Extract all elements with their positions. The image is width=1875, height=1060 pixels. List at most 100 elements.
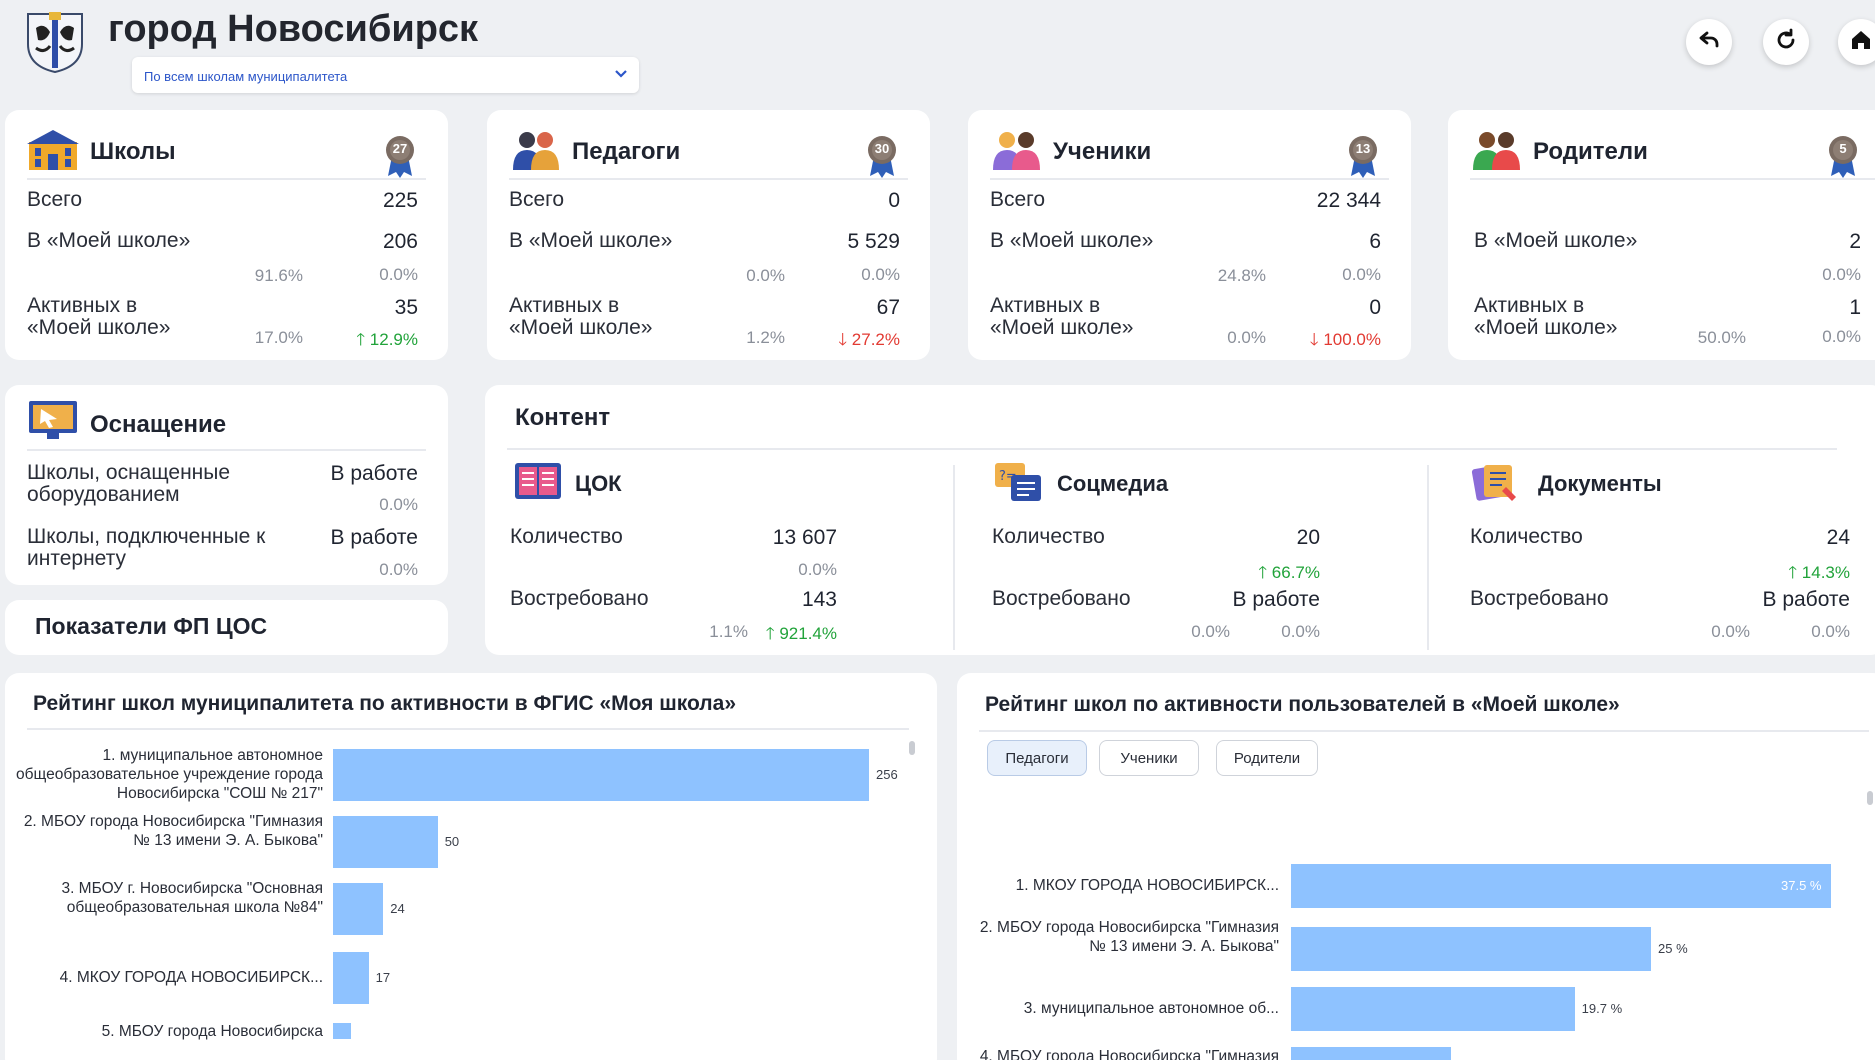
parents-card: Родители 5 В «Моей школе» 2 0.0% Активны… xyxy=(1448,110,1875,360)
bar[interactable] xyxy=(333,883,384,935)
bar-label: 2. МБОУ города Новосибирска "Гимназия № … xyxy=(979,919,1279,955)
arrow-down-icon: 🡓 xyxy=(1309,330,1319,349)
cok-count-value: 13 607 xyxy=(772,526,837,549)
bar[interactable] xyxy=(333,816,438,868)
students-icon xyxy=(990,128,1042,172)
socmedia-demand-change: 0.0% xyxy=(1281,622,1320,641)
bar[interactable] xyxy=(1291,1047,1451,1060)
school-building-icon xyxy=(27,128,79,172)
chart2-title: Рейтинг школ по активности пользователей… xyxy=(985,693,1620,716)
students-my-label: В «Моей школе» xyxy=(990,229,1154,252)
socmedia-title: Соцмедиа xyxy=(1057,471,1169,496)
rank-badge-value: 13 xyxy=(1355,141,1371,156)
parents-active-change: 0.0% xyxy=(1822,327,1861,346)
equipment-card-title: Оснащение xyxy=(90,411,227,438)
students-active-value: 0 xyxy=(1369,296,1381,319)
bar[interactable] xyxy=(1291,987,1575,1031)
teachers-card: Педагоги 30 Всего 0 В «Моей школе» 5 529… xyxy=(487,110,930,360)
socmedia-count-value: 20 xyxy=(1296,526,1320,549)
teachers-my-label: В «Моей школе» xyxy=(509,229,673,252)
equipment-card-header: Оснащение xyxy=(27,393,426,451)
parents-card-title: Родители xyxy=(1533,138,1648,165)
bar-label: 4. МБОУ города Новосибирска "Гимназия № … xyxy=(979,1048,1279,1060)
schools-total-value: 225 xyxy=(382,189,418,212)
documents-count-value: 24 xyxy=(1826,526,1850,549)
tab-parents[interactable]: Родители xyxy=(1216,740,1318,776)
students-my-value: 6 xyxy=(1369,230,1381,253)
cok-title: ЦОК xyxy=(575,471,622,496)
tab-teachers[interactable]: Педагоги xyxy=(987,740,1087,776)
socmedia-icon: ?= xyxy=(993,461,1043,508)
equipment-equipped-pct: 0.0% xyxy=(379,495,418,514)
arrow-up-icon: 🡑 xyxy=(765,624,775,643)
schools-activity-rating-card: Рейтинг школ муниципалитета по активност… xyxy=(5,673,937,1060)
schools-my-change: 0.0% xyxy=(379,265,418,284)
bar-value-label: 50 xyxy=(444,834,460,849)
refresh-button[interactable] xyxy=(1763,19,1809,65)
equipment-internet-pct: 0.0% xyxy=(379,560,418,579)
parents-my-value: 2 xyxy=(1849,230,1861,253)
bar-label: 5. МБОУ города Новосибирска xyxy=(101,1023,323,1040)
students-card: Ученики 13 Всего 22 344 В «Моей школе» 6… xyxy=(968,110,1411,360)
schools-active-change-value: 12.9% xyxy=(369,330,418,349)
socmedia-demand-value: В работе xyxy=(1232,588,1320,611)
cok-demand-change: 🡑 921.4% xyxy=(766,621,837,650)
students-card-title: Ученики xyxy=(1053,138,1152,165)
content-separator xyxy=(953,465,955,650)
parents-my-label: В «Моей школе» xyxy=(1474,229,1638,252)
bar[interactable] xyxy=(333,749,869,801)
rank-badge-icon: 27 xyxy=(384,134,416,178)
bar-label: 2. МБОУ города Новосибирска "Гимназия № … xyxy=(23,813,323,849)
schools-my-value: 206 xyxy=(382,230,418,253)
bar[interactable] xyxy=(1291,927,1651,971)
chevron-down-icon xyxy=(613,66,629,85)
students-active-label: Активных в «Моей школе» xyxy=(990,294,1134,339)
bar-value-label: 37.5 % xyxy=(1781,878,1822,893)
bar-label: 3. муниципальное автономное об... xyxy=(1023,1000,1279,1017)
back-button[interactable] xyxy=(1686,19,1732,65)
equipment-equipped-label: Школы, оснащенные оборудованием xyxy=(27,461,231,506)
back-icon xyxy=(1697,28,1721,57)
content-divider xyxy=(507,448,1837,450)
chart1-plot: 1. муниципальное автономное общеобразова… xyxy=(5,743,935,1060)
parents-active-label: Активных в «Моей школе» xyxy=(1474,294,1618,339)
users-activity-rating-card: Рейтинг школ по активности пользователей… xyxy=(957,673,1875,1060)
home-icon xyxy=(1849,28,1873,57)
content-card: Контент ЦОК Количество 13 607 0.0% Востр… xyxy=(485,385,1875,655)
socmedia-demand-share: 0.0% xyxy=(1191,622,1230,641)
equipment-card: Оснащение Школы, оснащенные оборудование… xyxy=(5,385,448,585)
chart2-plot: 1. МКОУ ГОРОДА НОВОСИБИРСК... 37.5 % 2. МБ… xyxy=(957,791,1875,1060)
bar[interactable] xyxy=(333,952,369,1004)
documents-count-label: Количество xyxy=(1470,525,1583,548)
teachers-active-value: 67 xyxy=(876,296,900,319)
teachers-card-header: Педагоги 30 xyxy=(509,128,908,180)
home-button[interactable] xyxy=(1838,19,1875,65)
bar-value-label: 24 xyxy=(390,901,405,916)
socmedia-count-change-value: 66.7% xyxy=(1271,563,1320,582)
equipment-equipped-value: В работе xyxy=(330,462,418,485)
rank-badge-icon: 13 xyxy=(1347,134,1379,178)
chart1-divider xyxy=(27,728,909,730)
teachers-my-change: 0.0% xyxy=(861,265,900,284)
bar[interactable] xyxy=(333,1023,351,1039)
bar-value-label: 17 xyxy=(375,970,391,985)
page-title: город Новосибирск xyxy=(108,8,479,50)
parents-icon xyxy=(1470,128,1522,172)
teachers-card-title: Педагоги xyxy=(572,138,681,165)
cok-demand-share: 1.1% xyxy=(709,622,748,641)
fp-cos-card[interactable]: Показатели ФП ЦОС xyxy=(5,600,448,655)
bar[interactable] xyxy=(1291,864,1831,908)
teachers-my-share: 0.0% xyxy=(746,266,785,285)
city-emblem xyxy=(22,8,88,74)
schools-total-label: Всего xyxy=(27,188,83,211)
municipality-select[interactable]: По всем школам муниципалитета xyxy=(132,57,639,93)
bar-label: 4. МКОУ ГОРОДА НОВОСИБИРСК... xyxy=(59,969,323,986)
tab-students[interactable]: Ученики xyxy=(1099,740,1199,776)
documents-demand-label: Востребовано xyxy=(1470,587,1609,610)
bar-value-label: 19.7 % xyxy=(1581,1001,1623,1016)
socmedia-count-label: Количество xyxy=(992,525,1105,548)
cok-count-label: Количество xyxy=(510,525,623,548)
refresh-icon xyxy=(1774,28,1798,57)
schools-active-share: 17.0% xyxy=(254,328,303,347)
schools-my-label: В «Моей школе» xyxy=(27,229,191,252)
